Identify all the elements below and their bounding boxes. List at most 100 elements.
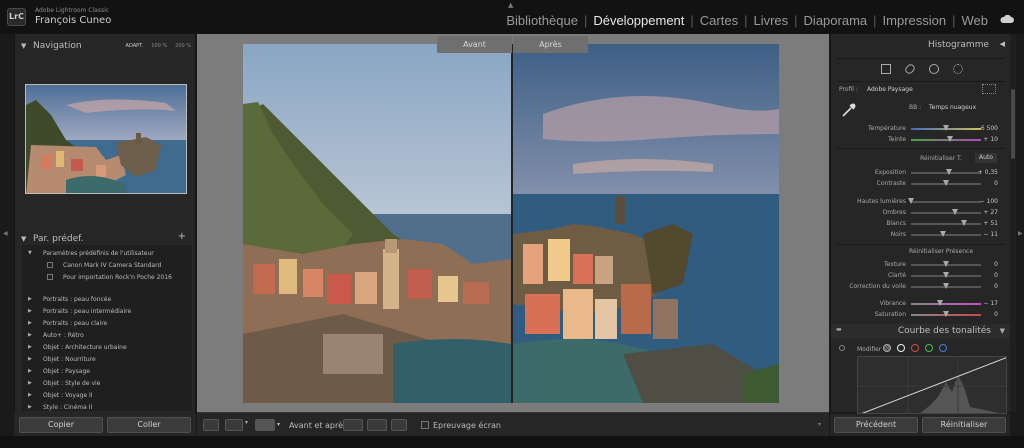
copy-before-to-after-button[interactable] xyxy=(343,419,363,431)
copy-button[interactable]: Copier xyxy=(19,417,103,433)
collapse-triangle-icon[interactable]: ▼ xyxy=(21,235,26,243)
slider-handle[interactable] xyxy=(908,198,914,204)
collapse-triangle-icon[interactable]: ▼ xyxy=(21,42,26,50)
loupe-view-icon[interactable] xyxy=(203,419,219,431)
split-view-icon[interactable] xyxy=(255,419,275,431)
softproof-checkbox[interactable] xyxy=(421,421,429,429)
rgb-curve-icon[interactable] xyxy=(897,344,905,352)
slider-value[interactable]: + 10 xyxy=(983,136,998,143)
crop-icon[interactable] xyxy=(881,64,891,74)
module-develop[interactable]: Développement xyxy=(593,13,684,28)
reset-button[interactable]: Réinitialiser xyxy=(922,417,1006,433)
slider-handle[interactable] xyxy=(943,125,949,131)
parametric-curve-icon[interactable] xyxy=(883,344,891,352)
paste-button[interactable]: Coller xyxy=(107,417,191,433)
auto-button[interactable]: Auto xyxy=(975,153,997,163)
preset-folder[interactable]: ▶ Objet : Paysage xyxy=(22,365,192,377)
slider-value[interactable]: 0 xyxy=(994,180,998,187)
slider-track[interactable] xyxy=(911,212,981,214)
slider-value[interactable]: − 11 xyxy=(983,231,998,238)
slider-track[interactable] xyxy=(911,234,981,236)
slider-value[interactable]: 0 xyxy=(994,261,998,268)
zoom-100[interactable]: 100 % xyxy=(151,43,167,49)
copy-after-to-before-button[interactable] xyxy=(367,419,387,431)
slider-value[interactable]: + 0,35 xyxy=(978,169,998,176)
slider-row[interactable]: Noirs − 11 xyxy=(831,229,1011,240)
slider-track[interactable] xyxy=(911,201,981,203)
previous-button[interactable]: Précédent xyxy=(834,417,918,433)
slider-value[interactable]: 6 500 xyxy=(981,125,998,132)
preset-folder[interactable]: ▶ Portraits : peau claire xyxy=(22,317,192,329)
preset-folder[interactable]: ▶ Portraits : peau foncée xyxy=(22,293,192,305)
view-dropdown-icon[interactable]: ▾ xyxy=(245,419,251,431)
slider-row[interactable]: Vibrance − 17 xyxy=(831,298,1011,309)
module-library[interactable]: Bibliothèque xyxy=(506,13,578,28)
slider-track[interactable] xyxy=(911,303,981,305)
slider-row[interactable]: Correction du voile 0 xyxy=(831,281,1011,292)
slider-handle[interactable] xyxy=(939,231,946,237)
target-adjust-icon[interactable] xyxy=(839,345,845,351)
top-panel-toggle-icon[interactable]: ▲ xyxy=(508,1,513,9)
slider-handle[interactable] xyxy=(943,272,949,278)
slider-handle[interactable] xyxy=(943,180,949,186)
slider-handle[interactable] xyxy=(960,220,967,226)
preset-folder[interactable]: ▼ Paramètres prédéfinis de l'utilisateur xyxy=(22,247,192,259)
slider-row[interactable]: Texture 0 xyxy=(831,259,1011,270)
slider-row[interactable]: Blancs + 51 xyxy=(831,218,1011,229)
preset-item[interactable]: Canon Mark IV Camera Standard xyxy=(22,259,192,271)
slider-value[interactable]: + 27 xyxy=(983,209,998,216)
before-after-view-icon[interactable] xyxy=(225,419,243,431)
healing-icon[interactable] xyxy=(903,62,917,76)
slider-handle[interactable] xyxy=(943,311,949,317)
slider-value[interactable]: 0 xyxy=(994,283,998,290)
slider-row[interactable]: Saturation 0 xyxy=(831,309,1011,320)
profile-browser-icon[interactable] xyxy=(982,84,996,94)
navigator-preview[interactable] xyxy=(25,84,187,194)
slider-value[interactable]: − 17 xyxy=(983,300,998,307)
slider-handle[interactable] xyxy=(946,136,953,142)
slider-row[interactable]: Exposition + 0,35 xyxy=(831,167,1011,178)
preset-folder[interactable]: ▶ Objet : Architecture urbaine xyxy=(22,341,192,353)
profile-dropdown[interactable]: Adobe Paysage xyxy=(867,86,913,93)
tone-curve-graph[interactable] xyxy=(857,356,1007,414)
slider-row[interactable]: Contraste 0 xyxy=(831,178,1011,189)
swap-before-after-button[interactable] xyxy=(391,419,407,431)
panel-switch-icon[interactable]: ▬ xyxy=(836,326,842,333)
preset-folder[interactable]: ▶ Objet : Nourriture xyxy=(22,353,192,365)
module-book[interactable]: Livres xyxy=(753,13,788,28)
slider-handle[interactable] xyxy=(943,283,949,289)
preset-folder[interactable]: ▶ Style : Cinéma II xyxy=(22,401,192,411)
module-map[interactable]: Cartes xyxy=(700,13,738,28)
eyedropper-icon[interactable] xyxy=(841,102,857,118)
slider-handle[interactable] xyxy=(937,300,944,306)
preset-folder[interactable]: ▶ Portraits : peau intermédiaire xyxy=(22,305,192,317)
slider-value[interactable]: + 51 xyxy=(983,220,998,227)
slider-value[interactable]: 0 xyxy=(994,272,998,279)
slider-value[interactable]: 0 xyxy=(994,311,998,318)
preset-folder[interactable]: ▶ Objet : Voyage II xyxy=(22,389,192,401)
slider-value[interactable]: − 100 xyxy=(980,198,998,205)
collapse-triangle-icon[interactable]: ▼ xyxy=(1000,327,1005,335)
slider-row[interactable]: Température 6 500 xyxy=(831,123,1011,134)
zoom-fit[interactable]: ADAPT. xyxy=(126,43,144,49)
slider-track[interactable] xyxy=(911,223,981,225)
image-view[interactable]: Avant Après xyxy=(197,34,829,412)
preset-folder[interactable]: ▶ Objet : Style de vie xyxy=(22,377,192,389)
reset-presence-link[interactable]: Réinitialiser Présence xyxy=(876,248,1006,255)
module-web[interactable]: Web xyxy=(962,13,989,28)
module-slideshow[interactable]: Diaporama xyxy=(804,13,868,28)
right-panel-scrollbar[interactable] xyxy=(1010,34,1016,412)
preset-folder[interactable]: ▶ Auto+ : Rétro xyxy=(22,329,192,341)
redeye-icon[interactable] xyxy=(929,64,939,74)
zoom-200[interactable]: 200 % xyxy=(175,43,191,49)
wb-dropdown[interactable]: Temps nuageux xyxy=(929,104,976,111)
red-curve-icon[interactable] xyxy=(911,344,919,352)
slider-handle[interactable] xyxy=(952,209,959,215)
tone-curve-header[interactable]: ▬ Courbe des tonalités ▼ xyxy=(831,324,1011,338)
slider-row[interactable]: Clarté 0 xyxy=(831,270,1011,281)
slider-row[interactable]: Ombres + 27 xyxy=(831,207,1011,218)
slider-row[interactable]: Hautes lumières − 100 xyxy=(831,196,1011,207)
navigator-header[interactable]: ▼ Navigation ADAPT. 100 % 200 % xyxy=(15,37,197,55)
slider-row[interactable]: Teinte + 10 xyxy=(831,134,1011,145)
dropdown-arrow-icon[interactable]: ▾ xyxy=(277,421,280,428)
